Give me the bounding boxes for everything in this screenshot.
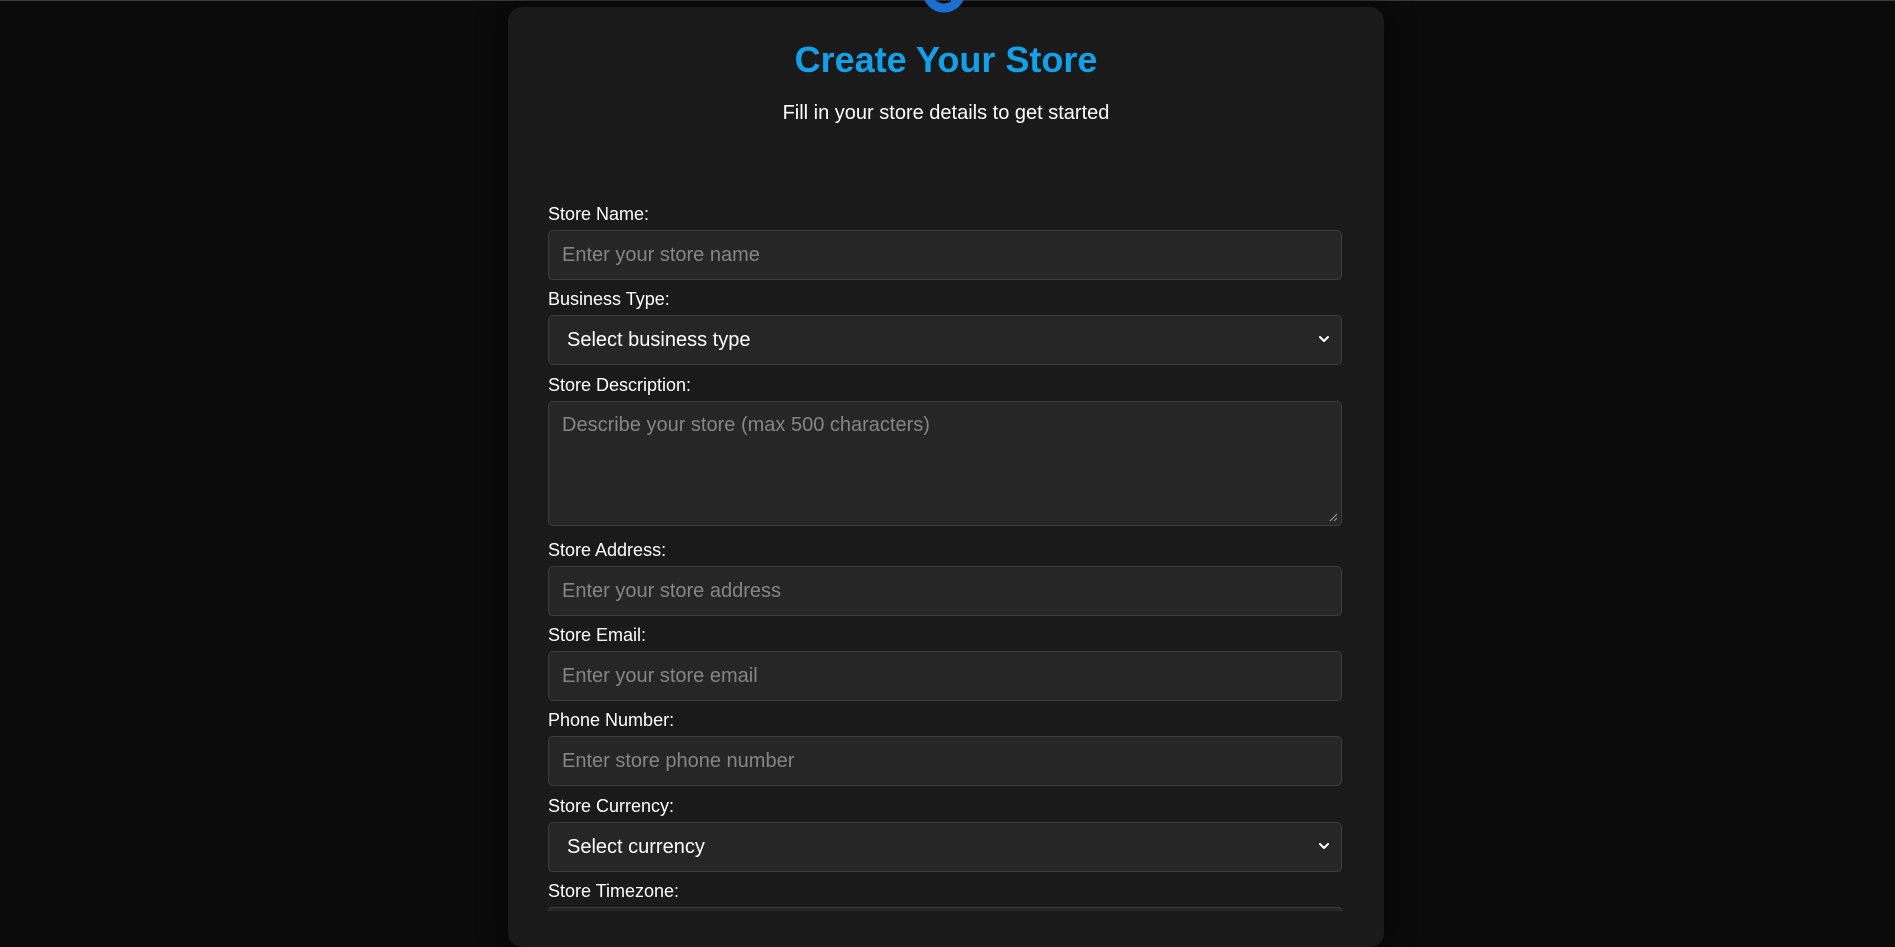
store-currency-selected: Select currency [567, 836, 705, 858]
business-type-select[interactable]: Select business type [548, 315, 1342, 365]
business-type-selected: Select business type [567, 329, 751, 351]
store-name-field [548, 230, 1342, 280]
store-description-field [548, 401, 1342, 526]
store-currency-select[interactable]: Select currency [548, 822, 1342, 872]
store-email-label: Store Email: [548, 625, 647, 645]
store-currency-label: Store Currency: [548, 796, 675, 816]
store-address-label: Store Address: [548, 540, 667, 560]
chevron-down-icon [1319, 843, 1329, 849]
store-name-input[interactable] [549, 231, 1341, 279]
page-title: Create Your Store [794, 39, 1098, 80]
phone-number-label: Phone Number: [548, 710, 675, 730]
store-address-field [548, 566, 1342, 616]
business-type-label: Business Type: [548, 289, 670, 309]
store-name-label: Store Name: [548, 204, 650, 224]
page-subtitle: Fill in your store details to get starte… [782, 102, 1110, 124]
store-email-input[interactable] [549, 652, 1341, 700]
store-timezone-label: Store Timezone: [548, 881, 680, 901]
phone-number-input[interactable] [549, 737, 1341, 785]
store-email-field [548, 651, 1342, 701]
store-address-input[interactable] [549, 567, 1341, 615]
resize-grip-icon[interactable] [1329, 513, 1338, 522]
store-logo-icon [924, 0, 964, 13]
store-timezone-select[interactable] [548, 907, 1342, 911]
chevron-down-icon [1319, 336, 1329, 342]
phone-number-field [548, 736, 1342, 786]
store-description-textarea[interactable] [549, 402, 1341, 525]
store-description-label: Store Description: [548, 375, 692, 395]
